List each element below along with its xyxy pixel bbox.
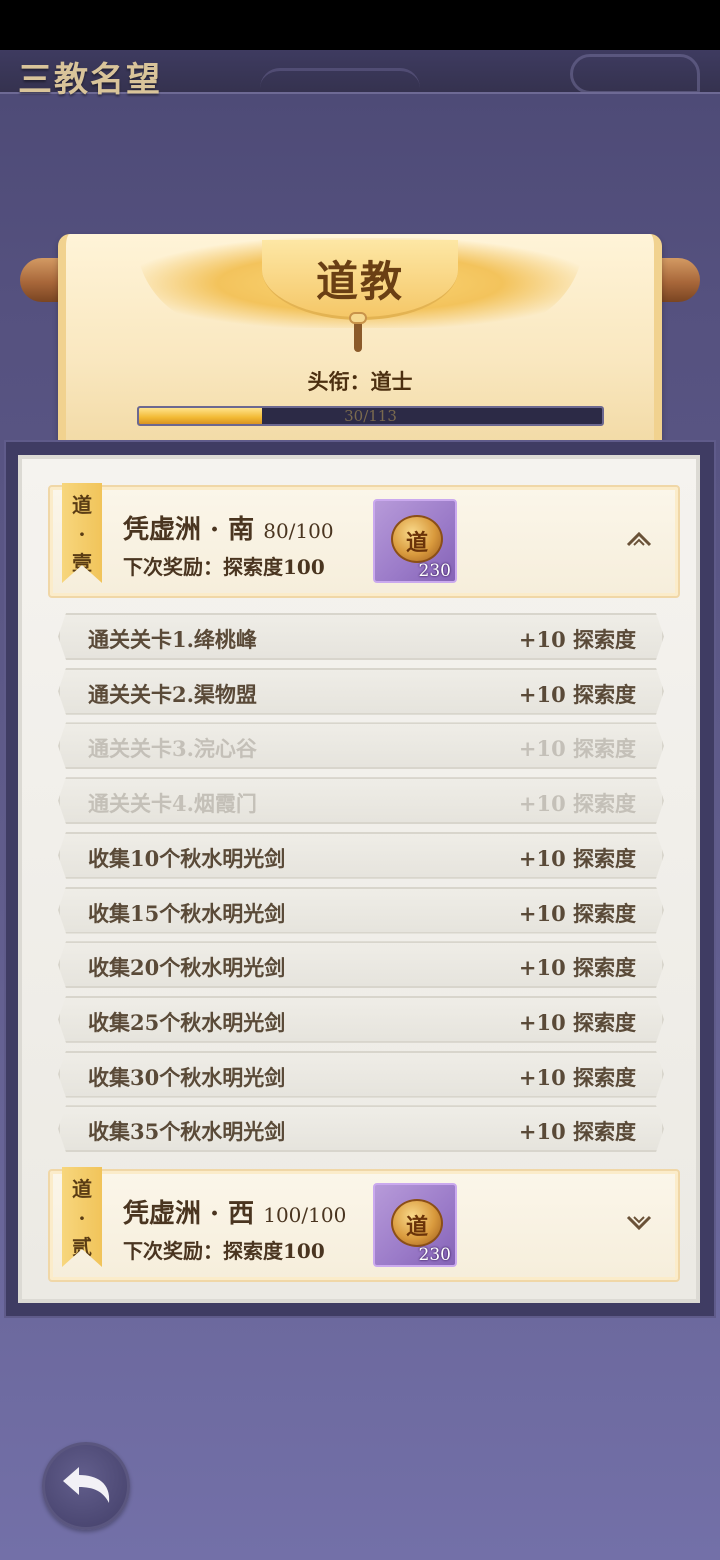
task-row[interactable]: 收集10个秋水明光剑 +10 探索度 [58, 832, 664, 879]
task-reward: +10 探索度 [518, 736, 636, 762]
task-row[interactable]: 收集30个秋水明光剑 +10 探索度 [58, 1051, 664, 1098]
chevron-down-icon[interactable] [626, 1213, 652, 1233]
dao-coin-icon: 道 [391, 515, 443, 563]
section-name: 凭虚洲 · 南 80/100 [123, 509, 334, 546]
section-count: 100/100 [263, 1203, 347, 1227]
ribbon-char: 壹 [72, 551, 92, 575]
task-row[interactable]: 收集25个秋水明光剑 +10 探索度 [58, 996, 664, 1043]
rank-label: 头衔： [307, 369, 371, 394]
ribbon-char: 道 [72, 493, 92, 517]
task-row[interactable]: 通关关卡3.浣心谷 +10 探索度 [58, 722, 664, 769]
item-quantity: 230 [418, 1245, 451, 1265]
section-count: 80/100 [263, 519, 334, 543]
task-row[interactable]: 通关关卡2.渠物盟 +10 探索度 [58, 668, 664, 715]
coin-glyph: 道 [405, 530, 428, 556]
section-ribbon: 道 · 壹 [62, 483, 102, 583]
tassel-knot-icon [349, 312, 367, 324]
task-reward: +10 探索度 [518, 1119, 636, 1145]
task-label: 收集30个秋水明光剑 [88, 1064, 286, 1090]
task-label: 收集35个秋水明光剑 [88, 1119, 286, 1145]
task-row[interactable]: 收集15个秋水明光剑 +10 探索度 [58, 887, 664, 934]
rank-value: 道士 [370, 369, 413, 394]
next-reward-label: 下次奖励：探索度100 [123, 1239, 325, 1263]
task-reward: +10 探索度 [518, 900, 636, 926]
section-name-text: 凭虚洲 · 南 [123, 515, 255, 545]
task-reward: +10 探索度 [518, 1009, 636, 1035]
task-label: 通关关卡3.浣心谷 [88, 736, 257, 762]
task-label: 收集10个秋水明光剑 [88, 845, 286, 871]
task-panel[interactable]: 道 · 壹 凭虚洲 · 南 80/100 下次奖励：探索度100 道 230 通… [18, 455, 700, 1303]
task-label: 通关关卡2.渠物盟 [88, 681, 257, 707]
task-reward: +10 探索度 [518, 681, 636, 707]
section-header-1[interactable]: 道 · 壹 凭虚洲 · 南 80/100 下次奖励：探索度100 道 230 [48, 483, 680, 598]
cloud-ornament [570, 54, 700, 92]
task-row[interactable]: 收集20个秋水明光剑 +10 探索度 [58, 941, 664, 988]
task-row[interactable]: 收集35个秋水明光剑 +10 探索度 [58, 1105, 664, 1152]
task-row[interactable]: 通关关卡1.绛桃峰 +10 探索度 [58, 613, 664, 660]
task-label: 收集20个秋水明光剑 [88, 955, 286, 981]
section-header-2[interactable]: 道 · 贰 凭虚洲 · 西 100/100 下次奖励：探索度100 道 230 [48, 1167, 680, 1282]
back-arrow-icon [63, 1467, 110, 1503]
section-name: 凭虚洲 · 西 100/100 [123, 1193, 346, 1230]
item-quantity: 230 [418, 561, 451, 581]
task-reward: +10 探索度 [518, 1064, 636, 1090]
status-bar [0, 0, 720, 50]
task-row[interactable]: 通关关卡4.烟霞门 +10 探索度 [58, 777, 664, 824]
ribbon-char: 道 [72, 1177, 92, 1201]
ribbon-char: · [78, 522, 86, 546]
task-label: 通关关卡1.绛桃峰 [88, 627, 257, 652]
next-reward-label: 下次奖励：探索度100 [123, 555, 325, 579]
rank-line: 头衔：道士 [200, 366, 520, 396]
task-reward: +10 探索度 [518, 955, 636, 981]
section-ribbon: 道 · 贰 [62, 1167, 102, 1267]
coin-glyph: 道 [405, 1214, 428, 1240]
reputation-progress-bar: 30/113 [137, 406, 604, 426]
task-reward: +10 探索度 [518, 791, 636, 817]
ribbon-char: · [78, 1206, 86, 1230]
back-button[interactable] [42, 1442, 130, 1530]
reward-item[interactable]: 道 230 [373, 499, 457, 583]
task-label: 通关关卡4.烟霞门 [88, 791, 257, 817]
page-title: 三教名望 [18, 60, 162, 100]
sect-title: 道教 [315, 257, 404, 306]
section-name-text: 凭虚洲 · 西 [123, 1199, 255, 1229]
dao-coin-icon: 道 [391, 1199, 443, 1247]
task-reward: +10 探索度 [518, 845, 636, 871]
chevron-up-icon[interactable] [626, 529, 652, 549]
ribbon-char: 贰 [72, 1235, 92, 1259]
reward-item[interactable]: 道 230 [373, 1183, 457, 1267]
task-label: 收集15个秋水明光剑 [88, 900, 286, 926]
task-reward: +10 探索度 [518, 627, 636, 652]
task-label: 收集25个秋水明光剑 [88, 1009, 286, 1035]
progress-text: 30/113 [344, 407, 397, 425]
cloud-ornament [260, 68, 420, 92]
